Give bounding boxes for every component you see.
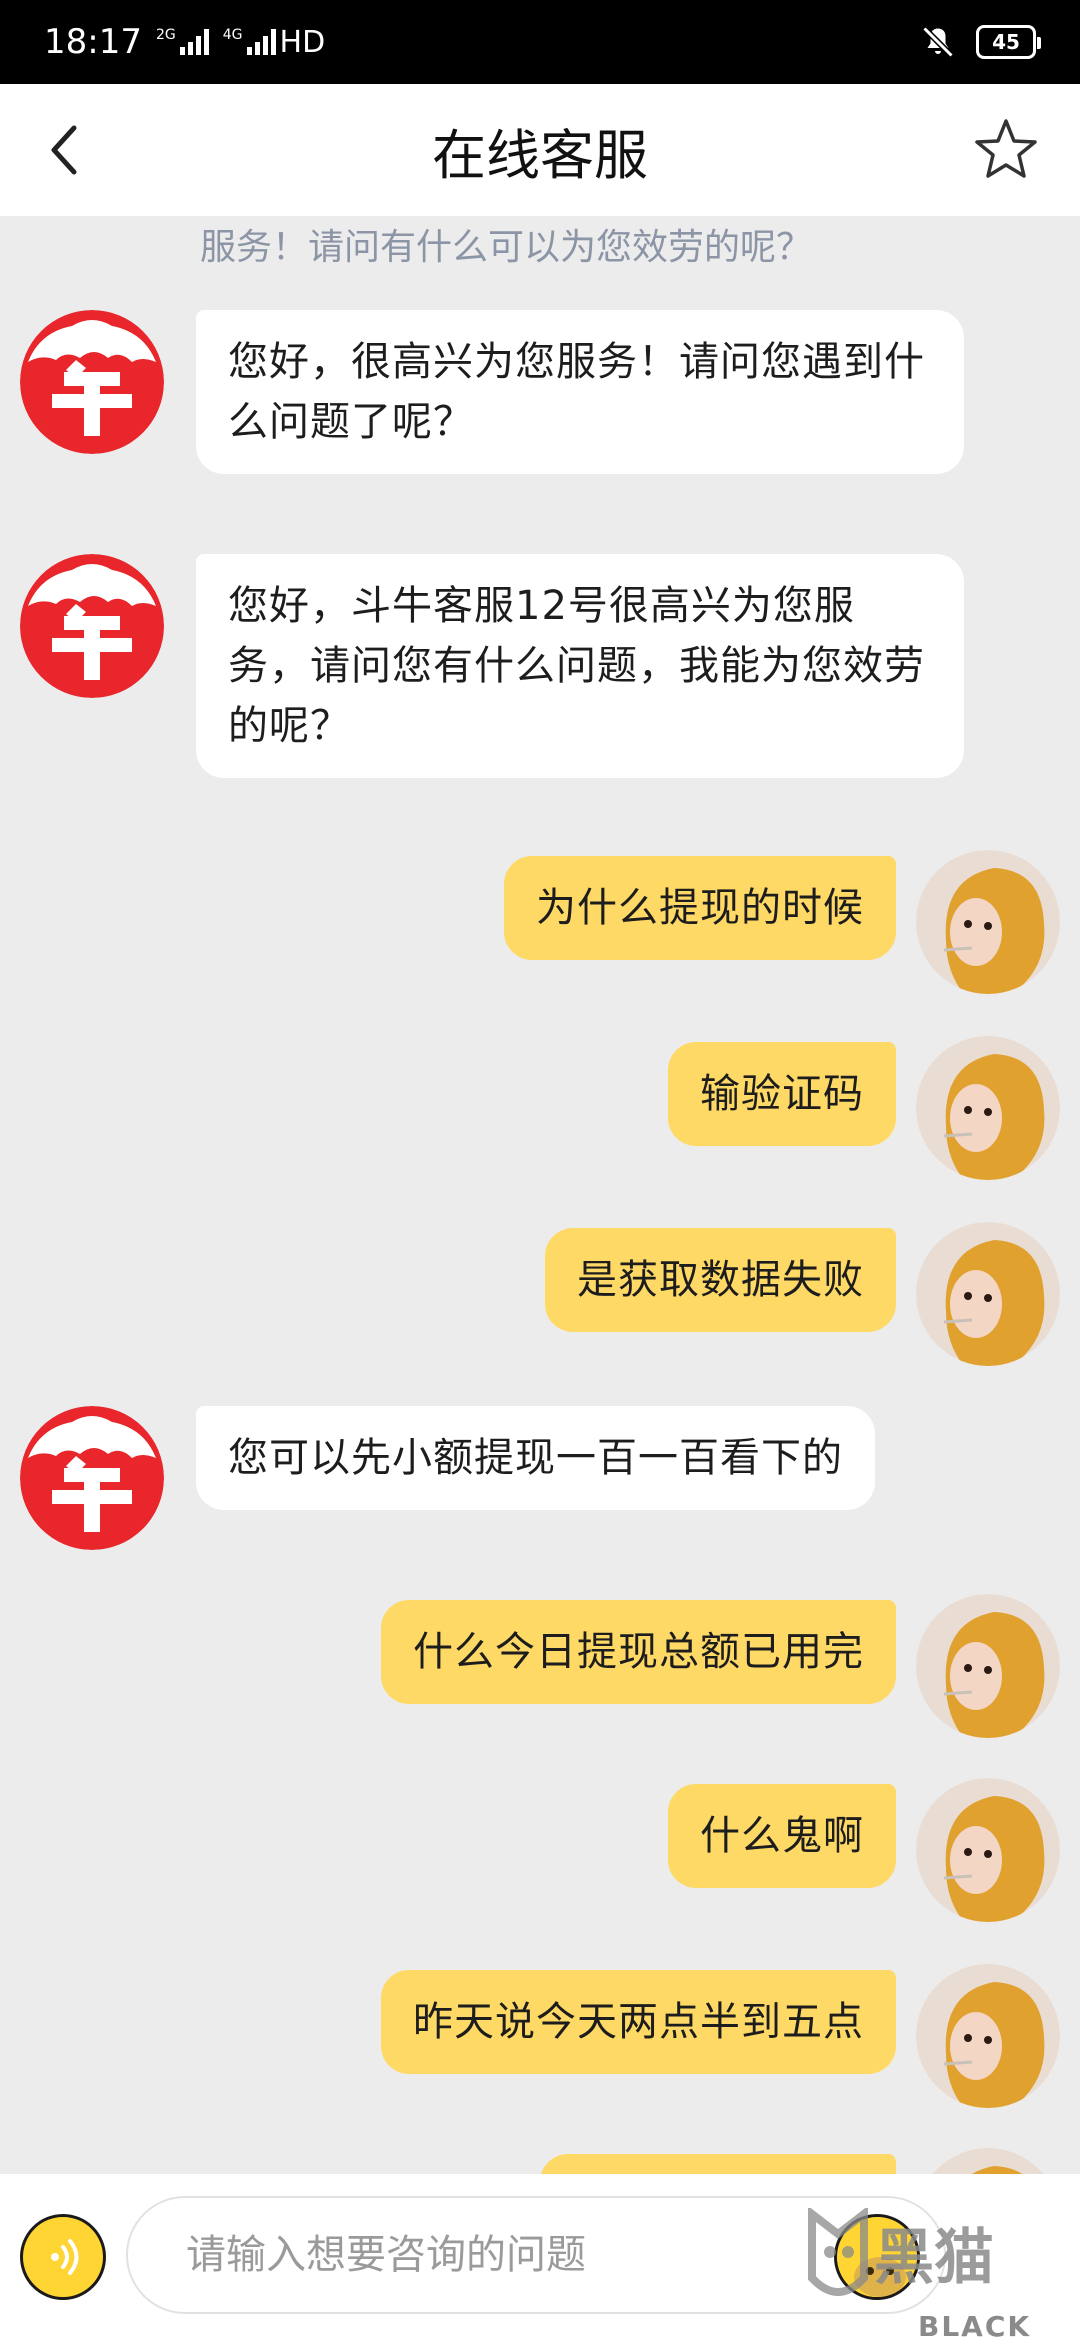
page-title: 在线客服 — [432, 123, 648, 187]
svg-text:黑猫: 黑猫 — [874, 2223, 994, 2293]
faded-message: 服务！请问有什么可以为您效劳的呢？ — [200, 227, 813, 268]
hd-indicator: HD — [279, 24, 326, 60]
message-bubble: 昨天说今天两点半到五点 — [381, 1970, 896, 2074]
message-bubble: 您好，很高兴为您服务！请问您遇到什么问题了呢？ — [196, 310, 964, 474]
status-time: 18:17 — [44, 22, 142, 62]
message-bubble — [540, 2154, 896, 2174]
network-2g: 2G — [156, 28, 209, 56]
voice-button[interactable] — [20, 2214, 106, 2300]
message-bubble: 您好，斗牛客服12号很高兴为您服务，请问您有什么问题，我能为您效劳的呢？ — [196, 554, 964, 778]
header: 在线客服 — [0, 84, 1080, 216]
battery-indicator: 45 — [976, 25, 1041, 59]
signal-icon — [246, 29, 276, 55]
watermark: 黑猫 BLACK CAT — [808, 2205, 1078, 2340]
user-avatar[interactable] — [916, 1594, 1060, 1738]
agent-avatar[interactable] — [20, 554, 164, 698]
logo-icon — [20, 554, 164, 698]
message-bubble: 什么鬼啊 — [668, 1784, 896, 1888]
user-avatar[interactable] — [916, 1222, 1060, 1366]
user-avatar[interactable] — [916, 2148, 1060, 2174]
user-avatar[interactable] — [916, 1036, 1060, 1180]
back-icon[interactable] — [40, 124, 90, 176]
agent-avatar[interactable] — [20, 310, 164, 454]
user-avatar[interactable] — [916, 1964, 1060, 2108]
user-avatar[interactable] — [916, 1778, 1060, 1922]
status-bar: 18:17 2G 4G HD 45 — [0, 0, 1080, 84]
signal-icon — [179, 29, 209, 55]
logo-icon — [20, 1406, 164, 1550]
watermark-text: BLACK CAT — [918, 2310, 1032, 2340]
message-bubble: 为什么提现的时候 — [504, 856, 896, 960]
watermark-logo: 黑猫 — [808, 2205, 994, 2296]
mute-icon — [922, 26, 954, 58]
star-icon[interactable] — [972, 116, 1040, 184]
voice-icon — [51, 2239, 79, 2275]
agent-avatar[interactable] — [20, 1406, 164, 1550]
chat-area[interactable]: 服务！请问有什么可以为您效劳的呢？ 您好，很高兴为您服务！请问您遇到什么问题了呢… — [0, 216, 1080, 2174]
message-bubble: 您可以先小额提现一百一百看下的 — [196, 1406, 875, 1510]
message-bubble: 输验证码 — [668, 1042, 896, 1146]
message-bubble: 是获取数据失败 — [545, 1228, 896, 1332]
network-4g: 4G HD — [222, 24, 326, 60]
user-avatar[interactable] — [916, 850, 1060, 994]
message-bubble: 什么今日提现总额已用完 — [381, 1600, 896, 1704]
logo-icon — [20, 310, 164, 454]
